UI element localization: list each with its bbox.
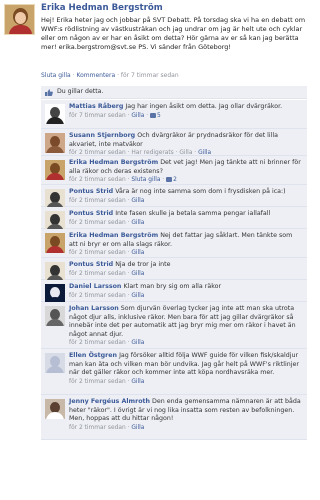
comment-author[interactable]: Pontus Strid	[69, 210, 113, 217]
comment-body: Ellen Östgren Jag försöker alltid följa …	[69, 352, 303, 386]
comment-body: Susann Stjernborg Och dvärgräkor är pryd…	[69, 132, 303, 158]
comment-avatar[interactable]	[45, 104, 65, 124]
comment-timestamp: för 2 timmar sedan	[69, 177, 126, 184]
comment-meta: för 7 timmar sedan · Gilla · 5	[69, 112, 161, 119]
comment-like-link[interactable]: Gilla	[131, 250, 144, 256]
comment-avatar[interactable]	[45, 284, 65, 304]
post-author-name[interactable]: Erika Hedman Bergström	[41, 3, 163, 14]
comment-author[interactable]: Pontus Strid	[69, 188, 113, 195]
comment-meta: för 2 timmar sedan · Gilla	[69, 424, 145, 431]
post-text: Hej! Erika heter jag och jobbar på SVT D…	[41, 16, 306, 51]
comment-list: Mattias Råberg Jag har ingen åsikt om de…	[41, 100, 307, 440]
comment-body: Erika Hedman Bergström Det vet jag! Men …	[69, 159, 303, 185]
comment-avatar[interactable]	[45, 262, 65, 282]
thumbs-up-icon	[45, 89, 53, 96]
comment-author[interactable]: Jenny Fergéus Almroth	[69, 398, 150, 405]
comment-timestamp: för 2 timmar sedan	[69, 219, 126, 226]
comment-author[interactable]: Erika Hedman Bergström	[69, 159, 158, 166]
comment-body: Jenny Fergéus Almroth Den enda gemensamm…	[69, 398, 303, 432]
comment-like-count[interactable]: 2	[173, 177, 177, 183]
comment-like-count[interactable]: 5	[157, 113, 161, 119]
comment-meta: för 2 timmar sedan · Gilla	[69, 197, 145, 204]
comment-timestamp: för 2 timmar sedan	[69, 250, 126, 257]
post: Erika Hedman Bergström Hej! Erika heter …	[0, 0, 311, 82]
post-timestamp: för 7 timmar sedan	[120, 72, 179, 79]
comment-meta: för 2 timmar sedan · Gilla	[69, 270, 145, 277]
comment-avatar[interactable]	[45, 211, 65, 231]
comment-like-link[interactable]: Gilla	[131, 379, 144, 385]
post-author-avatar[interactable]	[4, 4, 35, 35]
comment-meta: för 2 timmar sedan · Gilla	[69, 219, 145, 226]
comment-avatar[interactable]	[45, 399, 65, 419]
comment-item: Pontus Strid Nja de tror ja inte för 2 ti…	[41, 258, 307, 282]
comment-timestamp: för 2 timmar sedan	[69, 270, 126, 277]
comment-avatar[interactable]	[45, 189, 65, 209]
comment-author[interactable]: Pontus Strid	[69, 261, 113, 268]
comment-like-link[interactable]: Sluta gilla	[131, 177, 160, 183]
comment-item: Ellen Östgren Jag försöker alltid följa …	[41, 349, 307, 395]
comment-author[interactable]: Ellen Östgren	[69, 352, 117, 359]
comment-avatar[interactable]	[45, 133, 65, 153]
comment-avatar[interactable]	[45, 233, 65, 253]
unlike-link[interactable]: Sluta gilla	[41, 72, 71, 79]
comment-body: Pontus Strid Nja de tror ja inte för 2 ti…	[69, 261, 303, 278]
comment-timestamp: för 7 timmar sedan	[69, 112, 126, 119]
comment-body: Daniel Larsson Klart man bry sig om alla…	[69, 283, 303, 300]
comment-avatar[interactable]	[45, 353, 65, 373]
comment-item: Johan Larsson Som djurvän överlag tycker…	[41, 302, 307, 349]
comment-meta: för 2 timmar sedan · Gilla	[69, 292, 145, 299]
comment-body: Johan Larsson Som djurvän överlag tycker…	[69, 305, 303, 348]
comment-text: Våra är nog inte samma som dom i frysdis…	[115, 188, 286, 195]
comment-text: Inte fasen skulle ja betala samma pengar…	[115, 210, 271, 217]
likes-bar: Du gillar detta.	[41, 86, 307, 99]
comment-item: Erika Hedman Bergström Nej det fattar ja…	[41, 229, 307, 258]
comment-item: Daniel Larsson Klart man bry sig om alla…	[41, 280, 307, 304]
comment-text: Nja de tror ja inte	[115, 261, 171, 268]
comment-meta: för 2 timmar sedan · Sluta gilla · 2	[69, 177, 177, 184]
comment-like-link[interactable]: Gilla	[131, 271, 144, 277]
comment-timestamp: för 2 timmar sedan	[69, 424, 126, 431]
comment-avatar[interactable]	[45, 306, 65, 326]
comment-timestamp: för 2 timmar sedan	[69, 340, 126, 347]
comment-item: Pontus Strid Våra är nog inte samma som …	[41, 185, 307, 209]
comment-meta: för 2 timmar sedan · Gilla	[69, 378, 145, 385]
comment-like-link[interactable]: Gilla	[131, 293, 144, 299]
comment-author[interactable]: Johan Larsson	[69, 305, 119, 312]
comment-item: Pontus Strid Inte fasen skulle ja betala…	[41, 207, 307, 231]
comment-like-link[interactable]: Gilla	[131, 340, 144, 346]
comment-like-link[interactable]: Gilla	[131, 425, 144, 431]
comment-timestamp: för 2 timmar sedan	[69, 378, 126, 385]
comment-body: Mattias Råberg Jag har ingen åsikt om de…	[69, 103, 303, 120]
comment-meta: för 2 timmar sedan · Gilla	[69, 340, 145, 347]
comment-like-link[interactable]: Gilla	[131, 220, 144, 226]
comment-like-link[interactable]: Gilla	[131, 113, 144, 119]
comment-body: Erika Hedman Bergström Nej det fattar ja…	[69, 232, 303, 258]
comment-body: Pontus Strid Våra är nog inte samma som …	[69, 188, 303, 205]
comment-link[interactable]: Kommentera	[76, 72, 115, 79]
comment-item: Erika Hedman Bergström Det vet jag! Men …	[41, 156, 307, 185]
comment-body: Pontus Strid Inte fasen skulle ja betala…	[69, 210, 303, 227]
like-count-icon	[150, 112, 157, 118]
comment-author[interactable]: Erika Hedman Bergström	[69, 232, 158, 239]
comment-text: Klart man bry sig om alla räkor	[123, 283, 222, 290]
like-count-icon	[166, 177, 173, 183]
comment-author[interactable]: Susann Stjernborg	[69, 132, 135, 139]
comment-meta: för 2 timmar sedan · Gilla	[69, 250, 145, 257]
post-meta: Sluta gilla · Kommentera · för 7 timmar …	[41, 72, 179, 79]
comment-timestamp: för 2 timmar sedan	[69, 292, 126, 299]
comment-author[interactable]: Mattias Råberg	[69, 103, 123, 110]
comment-text: Jag har ingen åsikt om detta. Jag ollar …	[125, 103, 283, 110]
comment-like-link[interactable]: Gilla	[131, 198, 144, 204]
comment-avatar[interactable]	[45, 160, 65, 180]
likes-label: Du gillar detta.	[57, 88, 104, 95]
comment-author[interactable]: Daniel Larsson	[69, 283, 121, 290]
comment-item: Mattias Råberg Jag har ingen åsikt om de…	[41, 100, 307, 129]
comment-item: Susann Stjernborg Och dvärgräkor är pryd…	[41, 129, 307, 156]
comment-timestamp: för 2 timmar sedan	[69, 197, 126, 204]
comment-item: Jenny Fergéus Almroth Den enda gemensamm…	[41, 395, 307, 440]
